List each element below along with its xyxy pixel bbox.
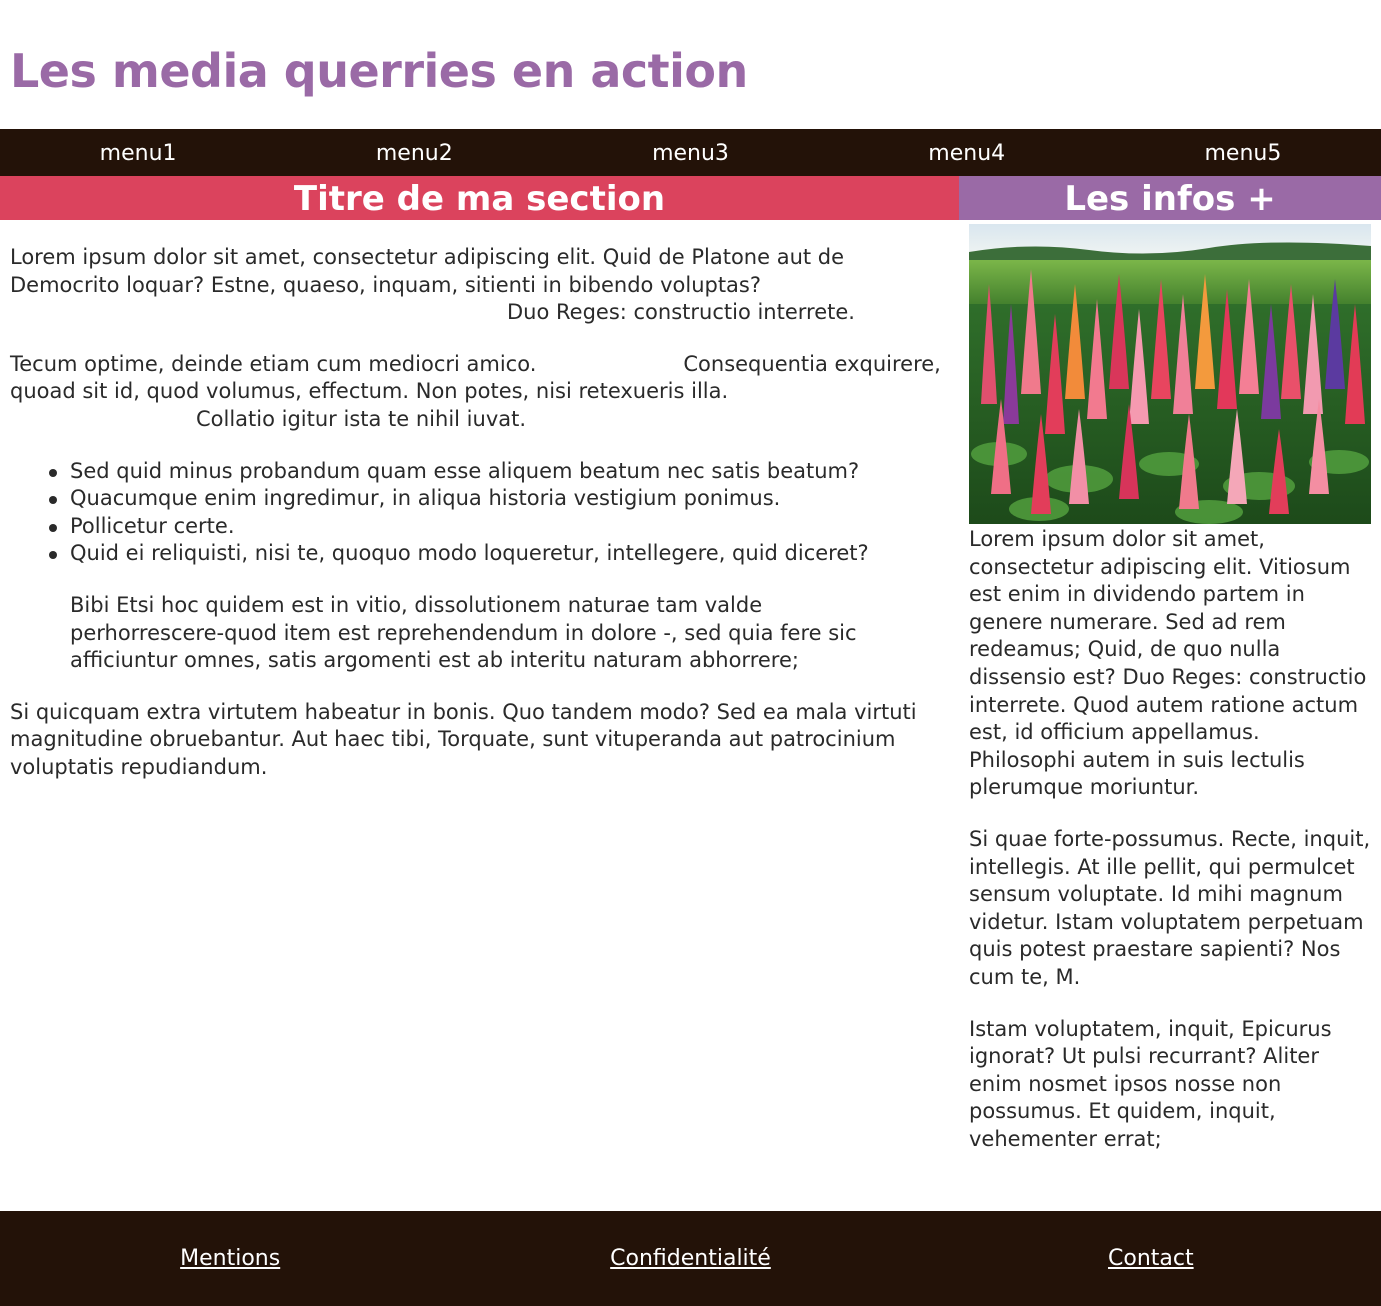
footer-link-mentions[interactable]: Mentions	[0, 1246, 460, 1271]
footer-link-contact[interactable]: Contact	[921, 1246, 1381, 1271]
main-section-title: Titre de ma section	[0, 176, 959, 220]
main-section-body: Lorem ipsum dolor sit amet, consectetur …	[0, 220, 959, 782]
footer-link-confidentialite[interactable]: Confidentialité	[460, 1246, 920, 1271]
main-section: Titre de ma section Lorem ipsum dolor si…	[0, 176, 959, 1211]
lupin-flowers-photo	[969, 224, 1371, 524]
content-area: Titre de ma section Lorem ipsum dolor si…	[0, 176, 1381, 1211]
paragraph-2-cite: Collatio igitur ista te nihil iuvat.	[196, 406, 527, 431]
aside-paragraph-3: Istam voluptatem, inquit, Epicurus ignor…	[969, 1016, 1332, 1151]
paragraph-1-text: Lorem ipsum dolor sit amet, consectetur …	[10, 245, 845, 297]
list-item: Quid ei reliquisti, nisi te, quoquo modo…	[49, 540, 949, 568]
aside-paragraph-1: Lorem ipsum dolor sit amet, consectetur …	[969, 527, 1367, 800]
aside-section: Les infos + Lorem ipsum dolor sit amet, …	[959, 176, 1381, 1211]
nav-item-menu5[interactable]: menu5	[1105, 129, 1381, 176]
paragraph-2-text-a: Tecum optime, deinde etiam cum mediocri …	[10, 351, 537, 376]
list-item: Quacumque enim ingredimur, in aliqua his…	[49, 485, 949, 513]
paragraph-1-cite: Duo Reges: constructio interrete.	[507, 300, 855, 325]
aside-paragraph-2: Si quae forte-possumus. Recte, inquit, i…	[969, 826, 1371, 989]
site-header: Les media querries en action	[0, 0, 1381, 129]
list-item: Pollicetur certe.	[49, 513, 949, 541]
nav-item-menu1[interactable]: menu1	[0, 129, 276, 176]
aside-section-title: Les infos +	[959, 176, 1381, 220]
paragraph-3: Si quicquam extra virtutem habeatur in b…	[10, 699, 917, 779]
nav-item-menu2[interactable]: menu2	[276, 129, 552, 176]
nav-item-menu4[interactable]: menu4	[829, 129, 1105, 176]
paragraph-2: Tecum optime, deinde etiam cum mediocri …	[10, 351, 949, 434]
bullet-list: Sed quid minus probandum quam esse aliqu…	[10, 458, 949, 675]
list-item: Sed quid minus probandum quam esse aliqu…	[49, 458, 949, 486]
page-title: Les media querries en action	[10, 44, 748, 98]
site-footer: Mentions Confidentialité Contact	[0, 1211, 1381, 1306]
main-nav: menu1 menu2 menu3 menu4 menu5	[0, 129, 1381, 176]
list-blockquote: Bibi Etsi hoc quidem est in vitio, disso…	[70, 592, 857, 673]
nav-item-menu3[interactable]: menu3	[552, 129, 828, 176]
list-quote-container: Bibi Etsi hoc quidem est in vitio, disso…	[70, 592, 949, 675]
aside-body: Lorem ipsum dolor sit amet, consectetur …	[959, 220, 1381, 1153]
paragraph-1: Lorem ipsum dolor sit amet, consectetur …	[10, 244, 949, 327]
